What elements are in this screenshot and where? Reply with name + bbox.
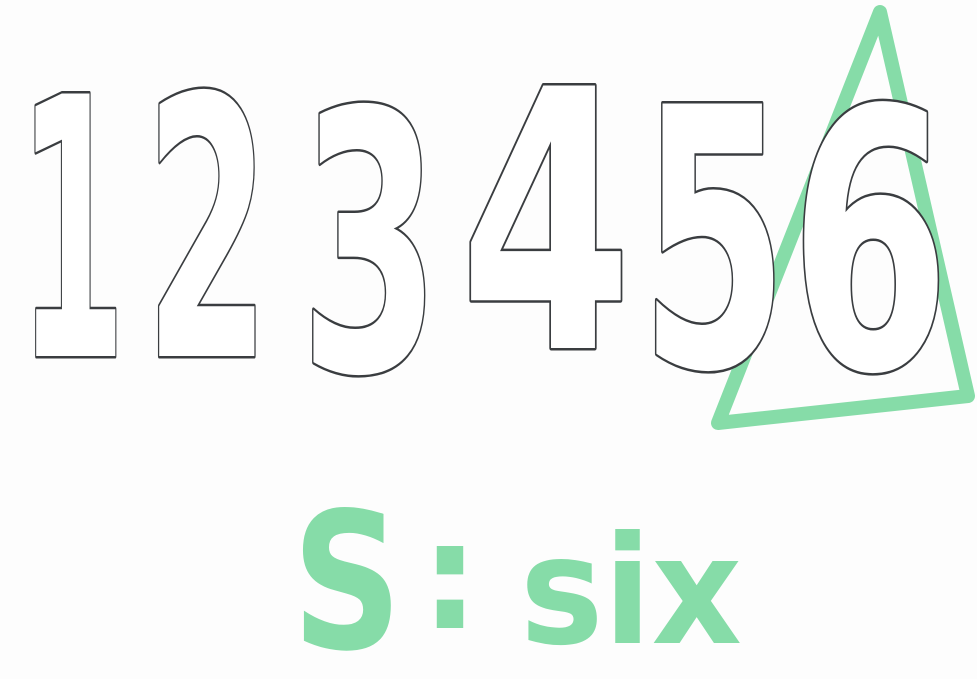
digit-1: 1 <box>18 22 126 441</box>
digit-3: 3 <box>300 36 440 455</box>
paper-sheet: 1 2 3 4 5 6 S : six <box>0 0 977 679</box>
caption-separator: : <box>420 490 480 664</box>
caption-word: six <box>520 505 742 679</box>
digit-4: 4 <box>460 14 632 433</box>
digit-6: 6 <box>790 34 950 453</box>
caption: S : six <box>292 472 742 679</box>
digit-2: 2 <box>145 22 270 441</box>
digits-row: 1 2 3 4 5 6 <box>16 12 953 458</box>
digit-5: 5 <box>640 32 788 451</box>
drawing-canvas: 1 2 3 4 5 6 S : six <box>16 5 975 679</box>
caption-letter: S <box>292 472 402 679</box>
